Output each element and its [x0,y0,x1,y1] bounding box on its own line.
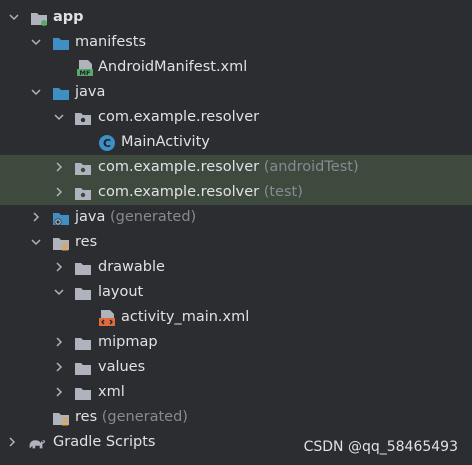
chevron-down-icon[interactable] [30,236,42,248]
tree-node-label: drawable [98,259,165,275]
chevron-down-icon[interactable] [30,36,42,48]
tree-node-label: AndroidManifest.xml [98,59,248,75]
chevron-right-icon[interactable] [53,361,65,373]
chevron-right-icon[interactable] [53,186,65,198]
chevron-right-icon[interactable] [30,211,42,223]
tree-node-app[interactable]: app [0,5,472,30]
tree-node-label: MainActivity [121,134,210,150]
tree-node-suffix: (generated) [110,209,197,225]
tree-node-label: com.example.resolver [98,109,260,125]
module-folder-icon [30,9,48,26]
tree-node-res-generated[interactable]: res (generated) [0,405,472,430]
tree-node-label: manifests [75,34,147,50]
package-icon [74,159,92,176]
tree-node-suffix: (generated) [101,409,188,425]
svg-text:C: C [103,137,111,150]
tree-node-label: activity_main.xml [121,309,250,325]
folder-icon [74,259,92,276]
chevron-down-icon[interactable] [30,86,42,98]
tree-node-package-android-test[interactable]: com.example.resolver (androidTest) [0,155,472,180]
tree-node-label: java (generated) [75,209,197,225]
tree-node-label: app [53,9,84,25]
generated-source-folder-icon [52,209,70,226]
chevron-down-icon[interactable] [53,111,65,123]
gradle-elephant-icon [28,434,46,451]
source-folder-icon [52,84,70,101]
package-icon [74,109,92,126]
chevron-right-icon[interactable] [53,261,65,273]
tree-node-drawable[interactable]: drawable [0,255,472,280]
tree-node-label: res [75,234,98,250]
svg-text:MF: MF [80,69,91,76]
tree-node-suffix: (test) [263,184,303,200]
chevron-right-icon[interactable] [53,161,65,173]
tree-node-activity-main[interactable]: activity_main.xml [0,305,472,330]
tree-node-android-manifest[interactable]: MF AndroidManifest.xml [0,55,472,80]
project-tree: app manifests MF AndroidManifest.xml jav [0,5,472,455]
folder-icon [74,359,92,376]
resource-folder-icon [52,234,70,251]
layout-file-icon [98,309,116,326]
chevron-right-icon[interactable] [53,386,65,398]
tree-node-java-generated[interactable]: java (generated) [0,205,472,230]
tree-node-label: res (generated) [75,409,188,425]
resource-folder-icon [52,409,70,426]
tree-node-label: com.example.resolver (test) [98,184,303,200]
chevron-right-icon[interactable] [53,336,65,348]
tree-node-label: java [75,84,106,100]
tree-node-values[interactable]: values [0,355,472,380]
tree-node-package-test[interactable]: com.example.resolver (test) [0,180,472,205]
folder-icon [74,334,92,351]
tree-node-manifests[interactable]: manifests [0,30,472,55]
tree-node-label: mipmap [98,334,158,350]
tree-node-label: Gradle Scripts [53,434,156,450]
tree-node-mipmap[interactable]: mipmap [0,330,472,355]
chevron-down-icon[interactable] [8,11,20,23]
tree-node-label: layout [98,284,144,300]
watermark-text: CSDN @qq_58465493 [303,439,458,455]
tree-node-java[interactable]: java [0,80,472,105]
chevron-right-icon[interactable] [6,436,18,448]
tree-node-label: com.example.resolver (androidTest) [98,159,359,175]
tree-node-suffix: (androidTest) [263,159,359,175]
folder-icon [52,34,70,51]
tree-node-layout[interactable]: layout [0,280,472,305]
package-icon [74,184,92,201]
folder-icon [74,284,92,301]
tree-node-main-activity[interactable]: C MainActivity [0,130,472,155]
chevron-down-icon[interactable] [53,286,65,298]
class-icon: C [98,134,116,151]
tree-node-package-main[interactable]: com.example.resolver [0,105,472,130]
manifest-file-icon: MF [76,59,94,76]
tree-node-res[interactable]: res [0,230,472,255]
folder-icon [74,384,92,401]
tree-node-label: xml [98,384,125,400]
tree-node-xml[interactable]: xml [0,380,472,405]
tree-node-label: values [98,359,146,375]
